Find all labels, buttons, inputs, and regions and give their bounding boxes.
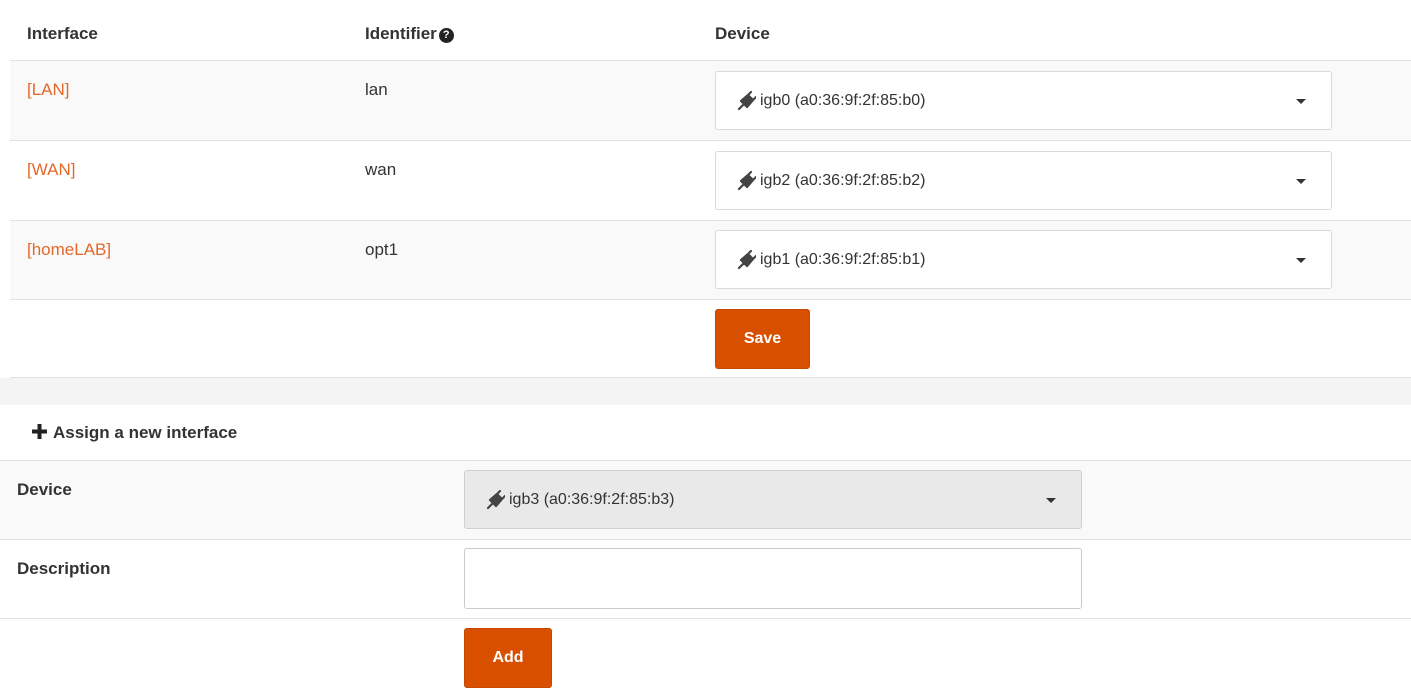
add-row: Add [0, 618, 1411, 693]
column-header-device: Device [715, 24, 770, 43]
device-select-value: igb0 (a0:36:9f:2f:85:b0) [760, 91, 926, 109]
caret-down-icon [1296, 178, 1306, 184]
interface-link-homelab[interactable]: [homeLAB] [27, 240, 111, 260]
device-select-wan[interactable]: igb2 (a0:36:9f:2f:85:b2) [715, 151, 1332, 210]
caret-down-icon [1296, 257, 1306, 263]
device-select-lan[interactable]: igb0 (a0:36:9f:2f:85:b0) [715, 71, 1332, 130]
table-header: Interface Identifier? Device [10, 0, 1411, 60]
plug-icon [737, 90, 756, 110]
section-divider [0, 378, 1411, 405]
question-circle-icon[interactable]: ? [438, 28, 454, 43]
plug-icon [737, 170, 756, 190]
interface-link-lan[interactable]: [LAN] [27, 80, 70, 100]
identifier-wan: wan [365, 160, 397, 179]
caret-down-icon [1296, 98, 1306, 104]
device-label: Device [17, 480, 72, 499]
identifier-opt1: opt1 [365, 240, 399, 259]
column-header-interface: Interface [27, 24, 98, 43]
identifier-lan: lan [365, 80, 388, 99]
plug-icon [737, 249, 756, 269]
device-row: Device igb3 (a0:36:9f:2f:85:b3) [0, 460, 1411, 539]
description-label: Description [17, 559, 111, 578]
interface-link-wan[interactable]: [WAN] [27, 160, 75, 180]
description-row: Description [0, 539, 1411, 618]
add-button[interactable]: Add [464, 628, 552, 688]
section-title: Assign a new interface [32, 423, 237, 443]
device-select-value: igb2 (a0:36:9f:2f:85:b2) [760, 171, 926, 189]
table-row: [LAN] lan igb0 (a0:36:9f:2f:85:b0) [10, 60, 1411, 140]
save-button[interactable]: Save [715, 309, 810, 369]
new-device-select[interactable]: igb3 (a0:36:9f:2f:85:b3) [464, 470, 1082, 529]
caret-down-icon [1046, 497, 1056, 503]
column-header-identifier: Identifier? [365, 24, 454, 44]
table-row: [homeLAB] opt1 igb1 (a0:36:9f:2f:85:b1) [10, 220, 1411, 299]
plus-icon [32, 424, 47, 439]
device-select-homelab[interactable]: igb1 (a0:36:9f:2f:85:b1) [715, 230, 1332, 289]
device-select-value: igb1 (a0:36:9f:2f:85:b1) [760, 250, 926, 268]
description-input[interactable] [464, 548, 1082, 609]
save-row: Save [10, 299, 1411, 378]
table-row: [WAN] wan igb2 (a0:36:9f:2f:85:b2) [10, 140, 1411, 220]
device-select-value: igb3 (a0:36:9f:2f:85:b3) [509, 490, 675, 508]
section-header: Assign a new interface [0, 405, 1411, 460]
plug-icon [486, 489, 505, 509]
